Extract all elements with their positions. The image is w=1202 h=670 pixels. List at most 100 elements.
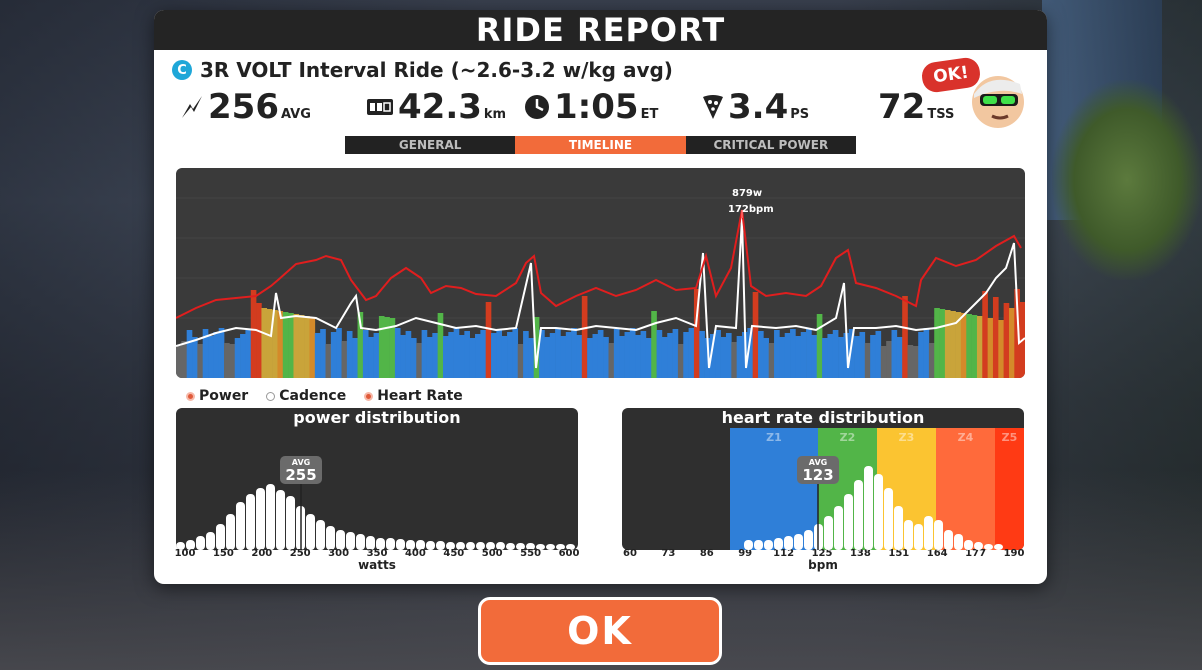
stat-pizza-slices: 3.4 PS [702,88,809,124]
power-zone-bar [987,318,994,378]
power-zone-bar [608,343,615,378]
power-zone-bar [939,309,946,378]
histogram-bar [256,488,265,550]
power-zone-bar [362,330,369,378]
peak-power-label: 879w [732,188,763,199]
power-zone-bar [352,338,358,378]
histogram-bar [884,488,893,550]
histogram-bar [824,516,833,550]
power-zone-bar [774,330,780,378]
power-zone-bar [725,333,732,378]
power-zone-bar [918,332,924,378]
power-zone-bar [645,338,652,378]
hr-distribution-xlabel: bpm [808,558,838,572]
pizza-unit: PS [790,107,810,122]
histogram-bar [874,474,883,550]
power-zone-bar [576,335,583,378]
power-zone-bar [309,317,316,378]
power-zone-bar [832,330,839,378]
power-zone-bar [464,331,470,378]
timeline-svg [176,197,1025,378]
avg-power-unit: AVG [280,107,311,122]
power-zone-bar [870,335,876,378]
histogram-bar [984,544,993,550]
power-zone-bar [934,308,940,378]
power-zone-bar [581,296,588,378]
power-zone-bar [453,328,460,378]
ride-name-row: C 3R VOLT Interval Ride (~2.6-3.2 w/kg a… [172,58,673,82]
histogram-bar [904,520,913,550]
ride-report-panel: RIDE REPORT C 3R VOLT Interval Ride (~2.… [154,10,1047,584]
power-dot-icon [186,391,195,401]
power-zone-bar [800,332,807,378]
histogram-bar [764,540,773,550]
power-zone-bar [688,328,695,378]
histogram-bar [226,514,235,550]
power-zone-bar [587,338,593,378]
histogram-bar [994,544,1003,550]
power-zone-bar [384,317,390,378]
hr-distribution-bars [744,466,1003,550]
pizza-icon [702,90,724,124]
power-zone-bar [330,332,337,378]
histogram-bar [326,526,335,550]
power-zone-bar [507,332,513,378]
power-zone-bar [320,329,326,378]
power-zone-bar [186,330,193,378]
power-zone-bar [229,344,236,378]
histogram-bar [834,506,843,550]
power-zone-bar [971,315,978,378]
tab-critical-power[interactable]: CRITICAL POWER [686,136,856,154]
avatar: OK! [920,56,1030,130]
legend-cadence: Cadence [266,388,346,404]
power-zone-bar [950,311,956,378]
histogram-bar [784,536,793,550]
clock-icon [524,90,550,124]
histogram-bar [236,502,245,550]
power-zone-bar [378,316,385,378]
histogram-bar [286,496,295,550]
power-zone-bar [341,341,348,378]
tab-general[interactable]: GENERAL [345,136,515,154]
power-zone-bars [176,289,1025,378]
power-avg-badge: AVG 255 [280,456,322,484]
power-zone-bar [549,333,556,378]
power-zone-bar [736,336,743,378]
hr-avg-value: 123 [802,466,834,484]
power-zone-bar [592,334,599,378]
power-zone-bar [336,328,342,378]
histogram-bar [914,524,923,550]
power-zone-bar [784,333,791,378]
power-zone-bar [619,336,625,378]
legend-cadence-label: Cadence [279,388,347,404]
stat-avg-power: 256 AVG [180,88,311,124]
power-zone-bar [731,342,737,378]
power-zone-bar [394,328,401,378]
power-zone-bar [672,329,679,378]
power-zone-bar [982,291,988,378]
power-zone-bar [544,337,551,378]
power-zone-bar [528,338,535,378]
power-zone-bar [597,330,604,378]
ok-button[interactable]: OK [478,597,722,665]
power-zone-bar [459,335,465,378]
report-tabs: GENERAL TIMELINE CRITICAL POWER [345,136,856,154]
power-zone-bar [629,328,636,378]
avatar-face-icon [972,76,1024,128]
histogram-bar [336,530,345,550]
histogram-bar [316,520,325,550]
power-zone-bar [699,331,705,378]
power-zone-bar [416,343,422,378]
power-zone-bar [811,335,818,378]
axis-tick: 500 [481,548,503,559]
power-zone-bar [245,330,252,378]
power-zone-bar [400,335,406,378]
heart-rate-line [176,209,1022,319]
power-zone-bar [421,330,428,378]
timeline-legend: Power Cadence Heart Rate [186,387,481,405]
avg-power-value: 256 [208,87,279,127]
power-zone-bar [720,337,727,378]
tab-timeline[interactable]: TIMELINE [515,136,686,154]
hr-avg-badge: AVG 123 [797,456,839,484]
power-zone-bar [240,334,246,378]
